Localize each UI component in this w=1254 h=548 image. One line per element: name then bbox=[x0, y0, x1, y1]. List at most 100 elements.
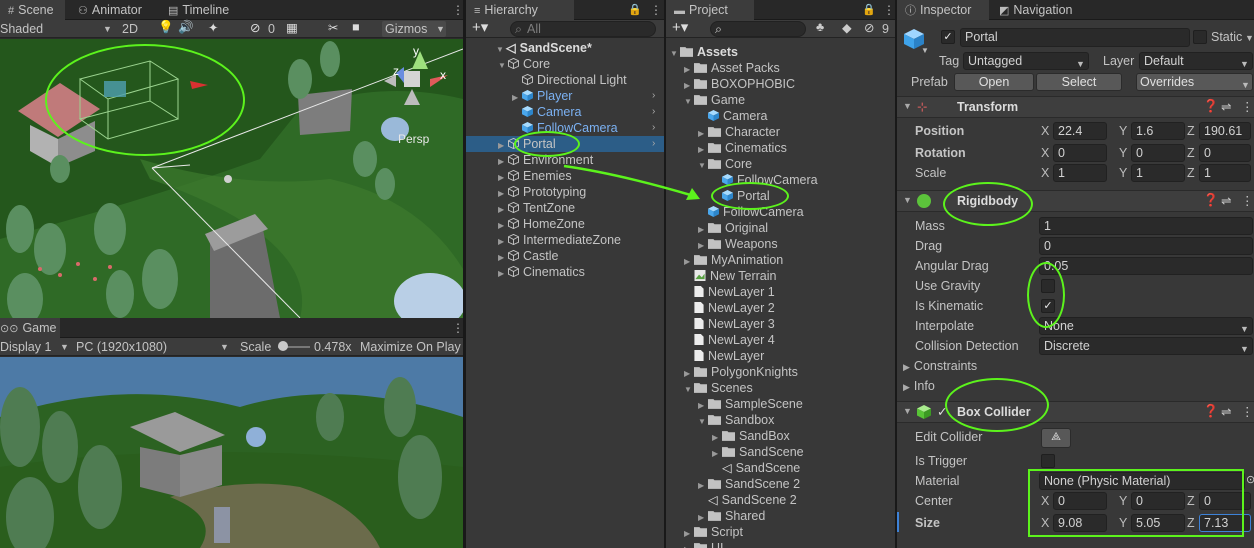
project-item[interactable]: ▶ UI bbox=[684, 540, 724, 548]
constraints-foldout[interactable]: ▶ Constraints bbox=[903, 359, 977, 373]
transform-preset-icon[interactable]: ⇌ bbox=[1221, 99, 1231, 114]
rigidbody-help-icon[interactable]: ❓ bbox=[1203, 193, 1219, 208]
material-picker-icon[interactable]: ⊙ bbox=[1246, 473, 1254, 486]
tab-timeline[interactable]: ▤ Timeline bbox=[160, 0, 237, 20]
mode-2d-button[interactable]: 2D bbox=[122, 21, 138, 37]
project-item[interactable]: ▶ Original bbox=[698, 220, 768, 236]
assets-root-row[interactable]: ▼ Assets bbox=[670, 44, 738, 60]
lighting-icon[interactable]: 💡 bbox=[158, 20, 174, 35]
box-collider-preset-icon[interactable]: ⇌ bbox=[1221, 404, 1231, 419]
project-item[interactable]: ▶ Script bbox=[684, 524, 743, 540]
project-hidden-icon[interactable]: ⊘ bbox=[864, 20, 874, 35]
shading-dropdown[interactable]: Shaded ▼ bbox=[0, 21, 115, 37]
project-item[interactable]: NewLayer 2 bbox=[684, 300, 775, 316]
transform-menu-icon[interactable]: ⋮ bbox=[1241, 99, 1254, 114]
hierarchy-more-icon[interactable]: ⋮ bbox=[650, 1, 662, 19]
project-item[interactable]: ▶ MyAnimation bbox=[684, 252, 783, 268]
tab-game[interactable]: ⊙⊙ Game bbox=[0, 318, 60, 338]
drag-field[interactable]: 0 bbox=[1039, 237, 1253, 255]
tag-dropdown[interactable]: Untagged ▼ bbox=[963, 52, 1089, 70]
angular-drag-field[interactable]: 0.05 bbox=[1039, 257, 1253, 275]
prefab-open-button[interactable]: Open bbox=[954, 73, 1034, 91]
collapse-icon[interactable]: ▶ bbox=[684, 542, 694, 548]
open-prefab-chevron-icon[interactable]: › bbox=[652, 88, 655, 104]
object-name-input[interactable]: Portal bbox=[960, 28, 1190, 47]
open-prefab-chevron-icon[interactable]: › bbox=[652, 120, 655, 136]
transform-header[interactable]: ▼ ⊹ Transform ❓ ⇌ ⋮ bbox=[897, 96, 1254, 118]
info-foldout[interactable]: ▶ Info bbox=[903, 379, 935, 393]
visibility-icon[interactable]: ⊘ bbox=[250, 20, 260, 35]
search-by-type-icon[interactable]: ♣ bbox=[816, 20, 824, 34]
box-collider-help-icon[interactable]: ❓ bbox=[1203, 404, 1219, 419]
tools-icon[interactable]: ✂ bbox=[328, 20, 338, 35]
hierarchy-item[interactable]: ▶ Castle bbox=[466, 248, 664, 264]
project-item[interactable]: ▶ PolygonKnights bbox=[684, 364, 798, 380]
game-more-icon[interactable]: ⋮ bbox=[452, 319, 463, 337]
project-item[interactable]: ▶ Character bbox=[698, 124, 780, 140]
resolution-dropdown[interactable]: PC (1920x1080) ▼ bbox=[76, 339, 233, 355]
search-by-label-icon[interactable]: ◆ bbox=[842, 20, 852, 35]
hierarchy-item[interactable]: ▼ Core bbox=[466, 56, 664, 72]
project-item[interactable]: New Terrain bbox=[684, 268, 776, 284]
collision-detection-dropdown[interactable]: Discrete ▼ bbox=[1039, 337, 1253, 355]
project-add-button[interactable]: +▾ bbox=[672, 18, 688, 36]
tab-animator[interactable]: ⚇ Animator bbox=[70, 0, 150, 20]
project-item[interactable]: ▼ Sandbox bbox=[698, 412, 774, 428]
grid-icon[interactable]: ▦ bbox=[286, 20, 298, 35]
camera-icon[interactable]: ■ bbox=[352, 20, 360, 34]
gameobject-menu-chevron-icon[interactable]: ▼ bbox=[921, 46, 929, 55]
project-item[interactable]: ▶ Weapons bbox=[698, 236, 778, 252]
project-item[interactable]: NewLayer 1 bbox=[684, 284, 775, 300]
box-collider-menu-icon[interactable]: ⋮ bbox=[1241, 404, 1254, 419]
project-item[interactable]: ▶ SampleScene bbox=[698, 396, 803, 412]
scale-slider-thumb[interactable] bbox=[278, 341, 288, 351]
hierarchy-item[interactable]: Directional Light bbox=[466, 72, 664, 88]
hierarchy-item[interactable]: ▶ Player › bbox=[466, 88, 664, 104]
open-prefab-chevron-icon[interactable]: › bbox=[652, 104, 655, 120]
mass-field[interactable]: 1 bbox=[1039, 217, 1253, 235]
position-x-field[interactable]: 22.4 bbox=[1053, 122, 1107, 140]
project-item[interactable]: ▶ Asset Packs bbox=[684, 60, 780, 76]
project-item[interactable]: ▶ BOXOPHOBIC bbox=[684, 76, 795, 92]
rotation-z-field[interactable]: 0 bbox=[1199, 144, 1251, 162]
tab-hierarchy[interactable]: ≡ Hierarchy bbox=[466, 0, 574, 20]
project-lock-icon[interactable]: 🔒 bbox=[862, 1, 876, 19]
expand-icon[interactable]: ▼ bbox=[684, 94, 694, 110]
project-item[interactable]: NewLayer 4 bbox=[684, 332, 775, 348]
hierarchy-item[interactable]: ▶ IntermediateZone bbox=[466, 232, 664, 248]
is-trigger-checkbox[interactable] bbox=[1041, 454, 1055, 468]
tab-navigation[interactable]: ◩ Navigation bbox=[991, 0, 1080, 20]
scene-more-icon[interactable]: ⋮ bbox=[452, 1, 463, 19]
audio-icon[interactable]: 🔊 bbox=[178, 20, 194, 35]
project-item[interactable]: ▶ SandScene bbox=[712, 444, 804, 460]
position-y-field[interactable]: 1.6 bbox=[1131, 122, 1185, 140]
tab-project[interactable]: ▬ Project bbox=[666, 0, 754, 20]
expand-icon[interactable]: ▼ bbox=[698, 414, 708, 430]
project-item[interactable]: ◁ SandScene 2 bbox=[698, 492, 797, 508]
hierarchy-add-button[interactable]: +▾ bbox=[472, 18, 488, 36]
scale-y-field[interactable]: 1 bbox=[1131, 164, 1185, 182]
maximize-on-play-button[interactable]: Maximize On Play bbox=[360, 339, 461, 355]
project-item[interactable]: Camera bbox=[698, 108, 767, 124]
gizmos-dropdown[interactable]: Gizmos ▼ bbox=[382, 21, 446, 37]
effects-icon[interactable]: ✦ bbox=[208, 20, 218, 35]
tab-inspector[interactable]: ⓘ Inspector bbox=[897, 0, 989, 20]
position-z-field[interactable]: 190.61 bbox=[1199, 122, 1251, 140]
expand-icon[interactable]: ▼ bbox=[684, 382, 694, 398]
project-item[interactable]: ▶ SandScene 2 bbox=[698, 476, 800, 492]
project-item[interactable]: ▶ Cinematics bbox=[698, 140, 787, 156]
collapse-icon[interactable]: ▶ bbox=[498, 266, 508, 282]
project-search-input[interactable]: ⌕ bbox=[710, 21, 806, 37]
scale-x-field[interactable]: 1 bbox=[1053, 164, 1107, 182]
active-checkbox[interactable]: ✓ bbox=[941, 30, 955, 44]
rigidbody-preset-icon[interactable]: ⇌ bbox=[1221, 193, 1231, 208]
transform-help-icon[interactable]: ❓ bbox=[1203, 99, 1219, 114]
tab-scene[interactable]: # Scene bbox=[0, 0, 65, 20]
layer-dropdown[interactable]: Default ▼ bbox=[1139, 52, 1253, 70]
prefab-overrides-dropdown[interactable]: Overrides ▼ bbox=[1136, 73, 1253, 91]
hierarchy-search-input[interactable]: ⌕ All bbox=[510, 21, 656, 37]
project-item[interactable]: ◁ SandScene bbox=[712, 460, 800, 476]
project-more-icon[interactable]: ⋮ bbox=[883, 1, 895, 19]
static-chevron-icon[interactable]: ▼ bbox=[1245, 33, 1254, 43]
prefab-select-button[interactable]: Select bbox=[1036, 73, 1122, 91]
